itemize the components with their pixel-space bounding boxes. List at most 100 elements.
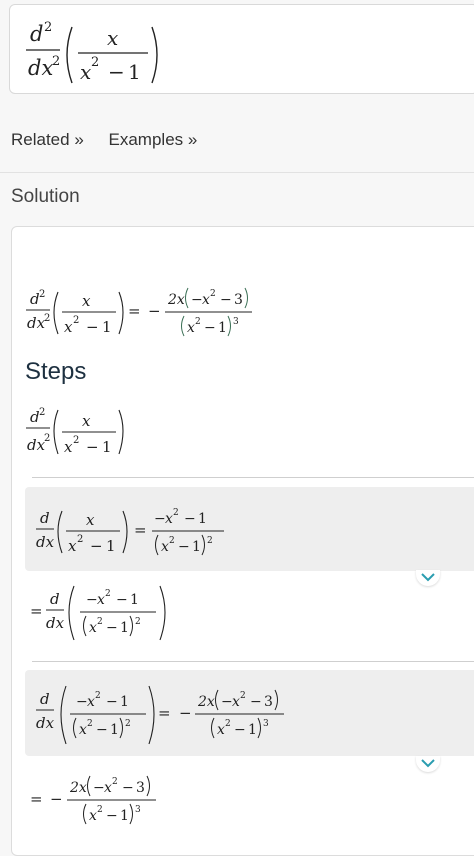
svg-text:x: x [232,694,240,710]
svg-text:2: 2 [73,315,79,326]
svg-text:=: = [128,302,141,320]
svg-text:=: = [134,521,147,539]
expand-step-2-button[interactable] [416,756,440,772]
svg-text:2: 2 [39,407,45,418]
step-1-continuation: = d dx − x 2 − 1 x 2 − 1 2 [30,585,166,641]
svg-text:dx: dx [36,714,55,732]
svg-text:1: 1 [218,320,227,336]
svg-text:2: 2 [95,691,101,701]
svg-text:−: − [179,704,192,722]
svg-text:d: d [30,22,43,46]
svg-text:−: − [86,592,98,608]
tab-examples[interactable]: Examples » [109,130,198,149]
svg-text:dx: dx [36,533,55,551]
svg-text:2: 2 [207,536,213,546]
svg-text:2: 2 [225,719,231,729]
tab-related[interactable]: Related » [11,130,84,149]
svg-text:d: d [40,690,50,708]
svg-text:x: x [89,808,97,824]
svg-text:x: x [64,438,73,456]
svg-text:1: 1 [110,722,119,738]
svg-text:dx: dx [46,614,65,632]
svg-text:=: = [30,790,43,808]
svg-text:−: − [106,620,118,636]
svg-text:x: x [107,26,118,50]
svg-text:2x: 2x [167,292,185,308]
svg-text:x: x [64,318,73,336]
steps-title: Steps [25,358,87,385]
problem-expression: d 2 dx 2 x x 2 − 1 [26,20,158,84]
svg-text:x: x [104,780,112,796]
svg-text:−: − [106,808,118,824]
svg-text:2: 2 [173,508,179,518]
svg-text:−: − [96,722,108,738]
step-2-equation: d dx − x 2 − 1 x 2 − 1 2 = − 2x − x 2 − … [36,685,284,745]
svg-text:2: 2 [52,54,60,69]
svg-text:x: x [161,539,169,555]
svg-text:1: 1 [120,620,129,636]
problem-input-box[interactable]: d 2 dx 2 x x 2 − 1 [9,4,474,94]
svg-text:2: 2 [87,719,93,729]
chevron-down-icon [421,759,435,768]
svg-text:−: − [234,722,246,738]
svg-text:=: = [158,704,171,722]
divider [0,172,474,173]
svg-text:−: − [108,60,125,84]
svg-text:x: x [89,620,97,636]
svg-text:−: − [122,780,134,796]
svg-text:−: − [116,592,128,608]
svg-text:−: − [76,694,88,710]
svg-text:−: − [178,539,190,555]
svg-text:2: 2 [44,20,52,35]
svg-text:−: − [106,694,118,710]
svg-text:2: 2 [44,433,50,444]
svg-text:3: 3 [263,719,269,729]
svg-text:2: 2 [105,589,111,599]
svg-text:2: 2 [112,777,118,787]
svg-text:−: − [50,790,63,808]
svg-text:2: 2 [210,289,216,299]
svg-text:x: x [187,320,195,336]
svg-text:−: − [184,511,196,527]
svg-text:3: 3 [135,805,141,815]
step-expression-original: d 2 dx 2 x x 2 − 1 [26,407,124,456]
svg-text:x: x [217,722,225,738]
svg-text:1: 1 [128,60,141,84]
result-tabs: Related » Examples » [11,130,217,150]
svg-text:dx: dx [27,436,46,454]
svg-text:3: 3 [234,292,243,308]
chevron-down-icon [421,573,435,582]
svg-text:−: − [90,537,103,555]
svg-text:−: − [250,694,262,710]
svg-text:x: x [87,694,95,710]
svg-text:x: x [80,60,91,84]
svg-text:−: − [191,292,203,308]
step-separator [32,477,474,478]
svg-text:x: x [165,511,173,527]
svg-text:−: − [220,292,232,308]
result-equation: d 2 dx 2 x x 2 − 1 = − 2x − x 2 − 3 x 2 … [26,287,252,337]
svg-text:x: x [68,537,77,555]
expand-step-1-button[interactable] [416,570,440,586]
svg-text:x: x [79,722,87,738]
svg-text:1: 1 [120,808,129,824]
step-separator [32,661,474,662]
svg-text:2: 2 [77,534,83,545]
svg-text:2: 2 [39,289,45,300]
svg-text:2: 2 [44,313,50,324]
svg-text:d: d [40,509,50,527]
svg-text:2x: 2x [69,780,87,796]
step-2-continuation: = − 2x − x 2 − 3 x 2 − 1 3 [30,775,156,825]
solution-title: Solution [11,186,80,207]
step-1-equation: d dx x x 2 − 1 = − x 2 − 1 x 2 − 1 2 [36,508,224,556]
svg-text:2: 2 [91,55,99,70]
svg-text:dx: dx [27,314,46,332]
svg-text:−: − [221,694,233,710]
svg-text:2: 2 [240,691,246,701]
svg-text:x: x [82,412,91,430]
svg-text:−: − [86,438,99,456]
svg-text:x: x [82,292,91,310]
svg-text:2: 2 [169,536,175,546]
svg-text:−: − [86,318,99,336]
svg-text:1: 1 [192,539,201,555]
